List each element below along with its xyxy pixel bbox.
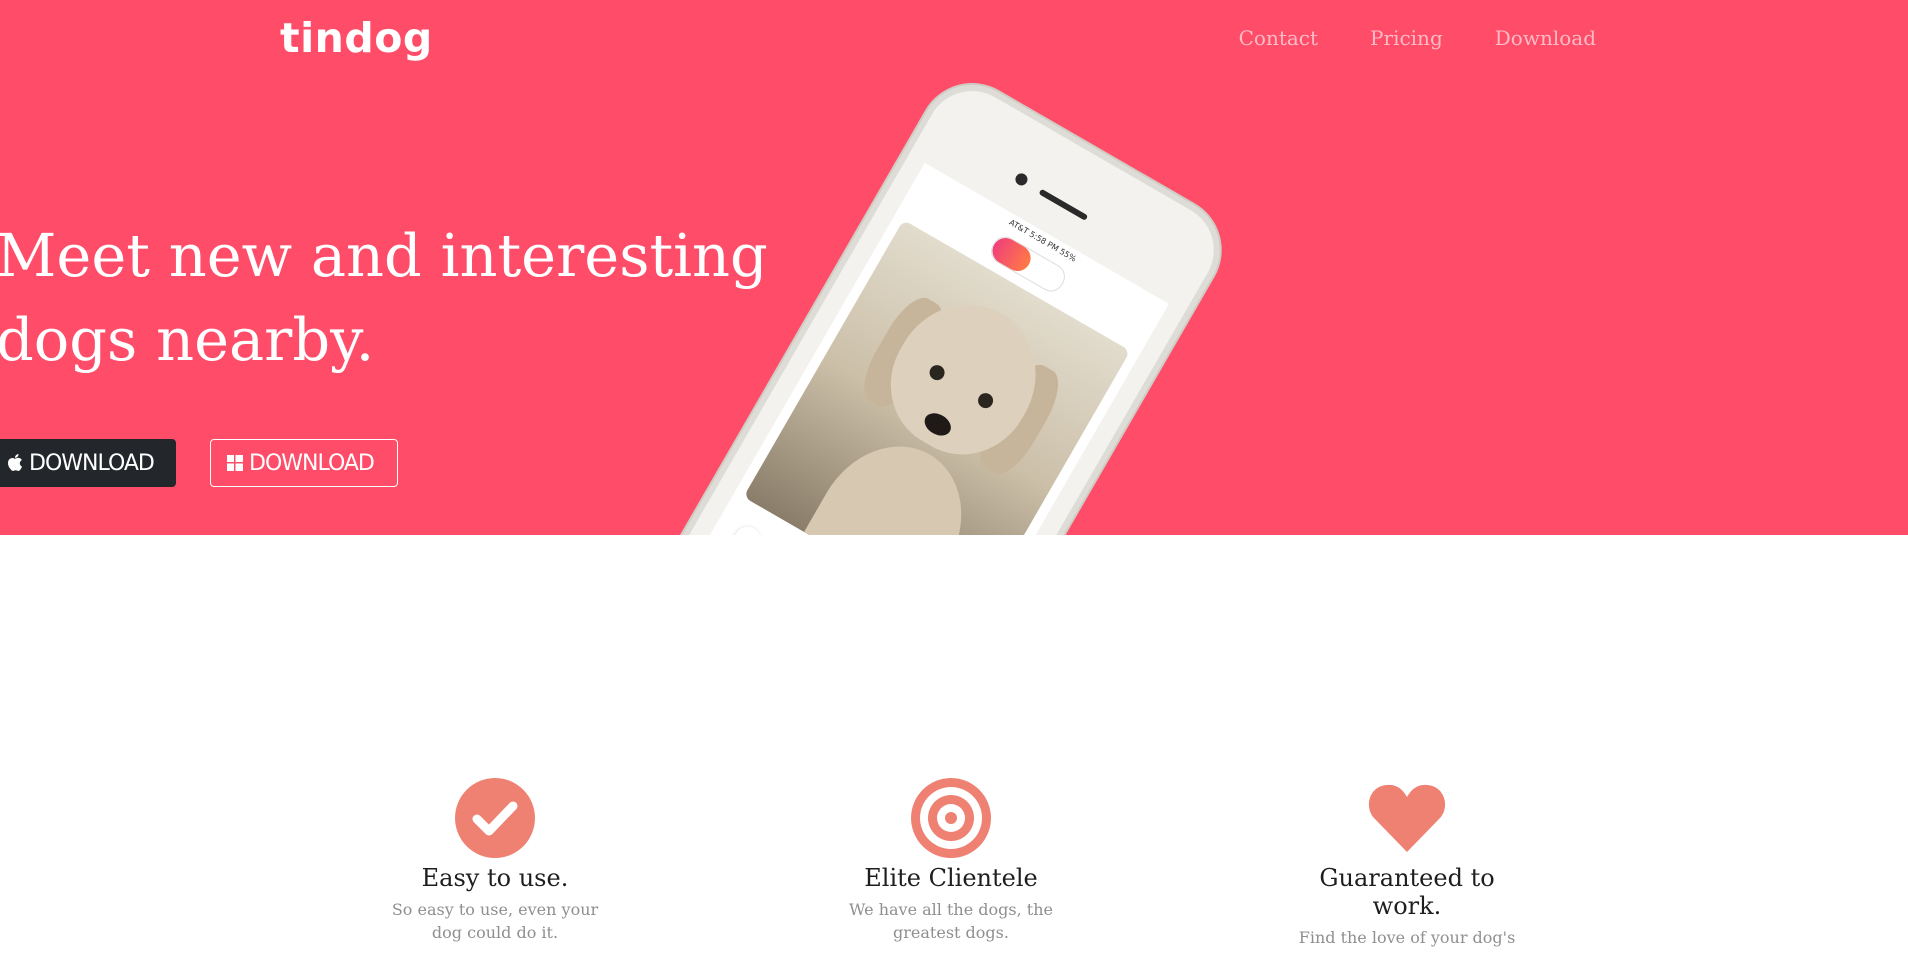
features-section: Easy to use. So easy to use, even your d… [0, 535, 1908, 955]
feature-text: So easy to use, even your dog could do i… [391, 900, 599, 942]
nav-link-contact[interactable]: Contact [1239, 26, 1318, 50]
feature-guaranteed: Guaranteed to work. Find the love of you… [1287, 778, 1527, 949]
nav-link-pricing[interactable]: Pricing [1370, 26, 1443, 50]
phone-speaker [1038, 188, 1089, 221]
check-circle-icon [455, 778, 535, 858]
feature-easy: Easy to use. So easy to use, even your d… [375, 778, 615, 944]
download-windows-button[interactable]: DOWNLOAD [210, 439, 398, 487]
phone-camera [1013, 171, 1030, 188]
rewind-icon: ↺ [729, 521, 766, 535]
flame-icon [987, 233, 1036, 276]
feature-title: Guaranteed to work. [1319, 864, 1495, 920]
feature-text: Find the love of your dog's [1298, 928, 1516, 947]
download-apple-label: DOWNLOAD [29, 450, 155, 476]
apple-icon [8, 454, 22, 471]
windows-icon [227, 455, 243, 471]
feature-title: Elite Clientele [864, 864, 1038, 892]
main-nav: Contact Pricing Download [1239, 26, 1596, 50]
feature-text: We have all the dogs, the greatest dogs. [849, 900, 1053, 942]
hero-headline: Meet new and interesting dogs nearby. [0, 221, 768, 374]
nav-link-download[interactable]: Download [1495, 26, 1596, 50]
hero-section: tindog Contact Pricing Download Meet new… [0, 0, 1908, 535]
bullseye-icon [911, 778, 991, 858]
brand-logo[interactable]: tindog [280, 14, 433, 62]
feature-title: Easy to use. [421, 864, 569, 892]
download-apple-button[interactable]: DOWNLOAD [0, 439, 176, 487]
feature-elite: Elite Clientele We have all the dogs, th… [831, 778, 1071, 944]
heart-icon [1368, 784, 1446, 852]
download-windows-label: DOWNLOAD [249, 450, 375, 476]
